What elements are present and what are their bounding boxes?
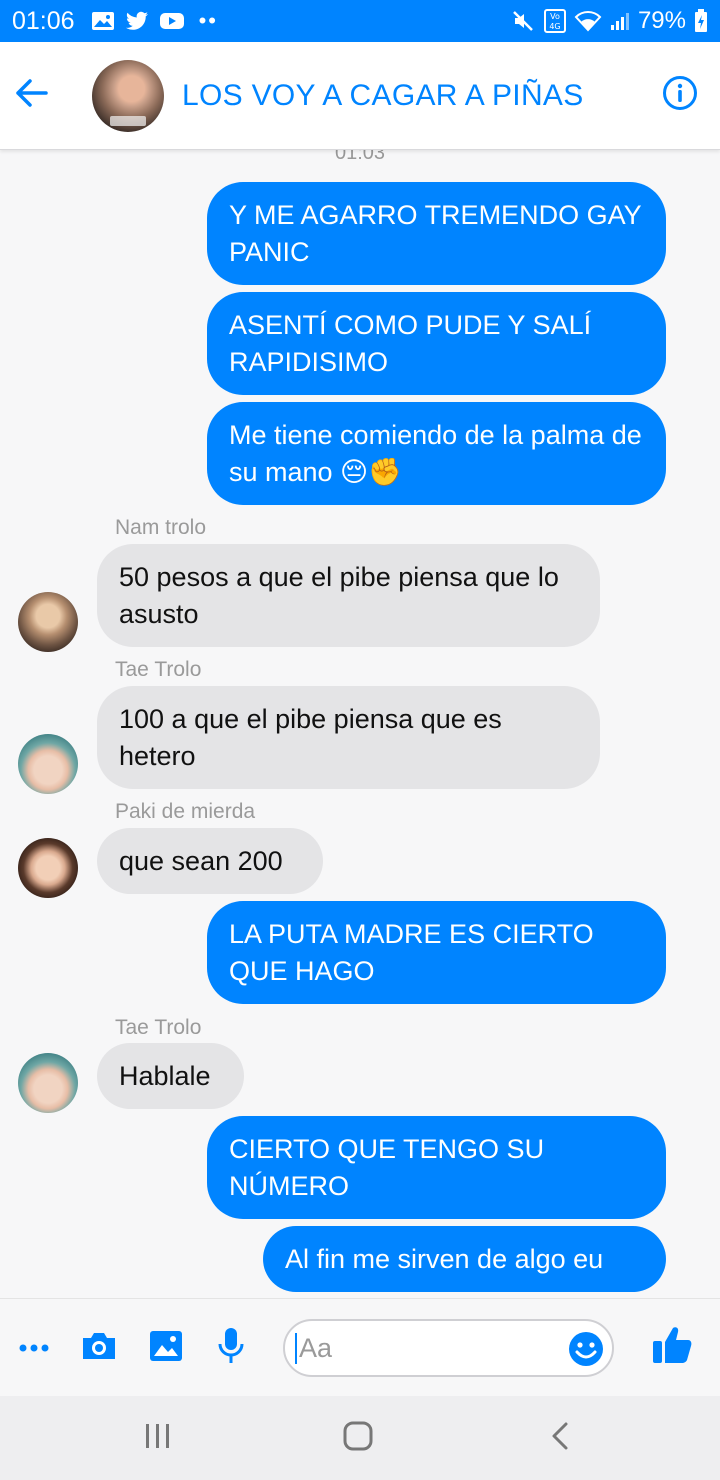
sender-name: Tae Trolo [115,1016,202,1039]
message-input-box[interactable] [283,1319,614,1377]
incoming-message[interactable]: 100 a que el pibe piensa que es hetero [97,686,600,789]
system-navigation-bar [0,1396,720,1480]
incoming-message[interactable]: 50 pesos a que el pibe piensa que lo asu… [97,544,600,647]
gallery-icon [91,11,115,31]
twitter-icon [125,11,149,31]
status-bar: 01:06 •• Vo 4G 79% [0,0,720,42]
outgoing-message[interactable]: CIERTO QUE TENGO SU NÚMERO [207,1116,666,1219]
conversation-header: LOS VOY A CAGAR A PIÑAS [0,42,720,150]
more-dots-icon: •• [198,8,218,33]
message-composer [0,1298,720,1396]
emoji-icon[interactable] [568,1331,604,1372]
back-arrow-icon [15,78,49,113]
incoming-message[interactable]: Hablale [97,1043,244,1109]
outgoing-message[interactable]: Y ME AGARRO TREMENDO GAY PANIC [207,182,666,285]
message-timestamp: 01:03 [334,150,386,164]
info-icon [662,75,698,116]
camera-icon [80,1330,118,1367]
mute-icon [512,10,536,32]
message-input[interactable] [295,1332,555,1364]
outgoing-message[interactable]: ASENTÍ COMO PUDE Y SALÍ RAPIDISIMO [207,292,666,395]
home-button[interactable] [338,1418,378,1458]
avatar[interactable] [18,592,78,652]
incoming-message[interactable]: que sean 200 [97,828,323,894]
avatar[interactable] [18,1053,78,1113]
svg-text:Vo: Vo [550,12,560,21]
microphone-icon [216,1326,246,1371]
network-icon: Vo 4G [543,9,566,33]
sender-name: Tae Trolo [115,658,202,681]
battery-percent: 79% [637,7,686,34]
more-button[interactable] [14,1329,54,1369]
sender-name: Nam trolo [115,516,207,539]
outgoing-message[interactable]: LA PUTA MADRE ES CIERTO QUE HAGO [207,901,666,1004]
like-icon [651,1325,693,1370]
camera-button[interactable] [78,1327,120,1369]
avatar[interactable] [18,838,78,898]
more-icon [18,1340,50,1358]
wifi-icon [574,10,602,32]
recents-button[interactable] [138,1418,178,1458]
voice-button[interactable] [210,1325,252,1371]
like-button[interactable] [648,1325,696,1369]
back-nav-button[interactable] [540,1418,580,1458]
avatar[interactable] [18,734,78,794]
status-time: 01:06 [12,6,75,35]
signal-icon [610,11,630,31]
recents-icon [143,1422,173,1455]
svg-text:4G: 4G [549,22,560,31]
conversation-title[interactable]: LOS VOY A CAGAR A PIÑAS [182,79,584,113]
outgoing-message[interactable]: Al fin me sirven de algo eu [263,1226,666,1292]
home-icon [342,1420,374,1457]
info-button[interactable] [660,76,700,116]
sender-name: Paki de mierda [115,800,256,823]
battery-icon [694,9,708,33]
back-button[interactable] [2,66,62,126]
message-list[interactable]: 01:03 Y ME AGARRO TREMENDO GAY PANIC ASE… [0,150,720,1298]
chevron-left-icon [549,1421,571,1456]
youtube-icon [159,11,185,31]
gallery-button[interactable] [145,1327,187,1369]
group-avatar[interactable] [92,59,164,132]
image-icon [149,1330,183,1367]
outgoing-message[interactable]: Me tiene comiendo de la palma de su mano… [207,402,666,505]
